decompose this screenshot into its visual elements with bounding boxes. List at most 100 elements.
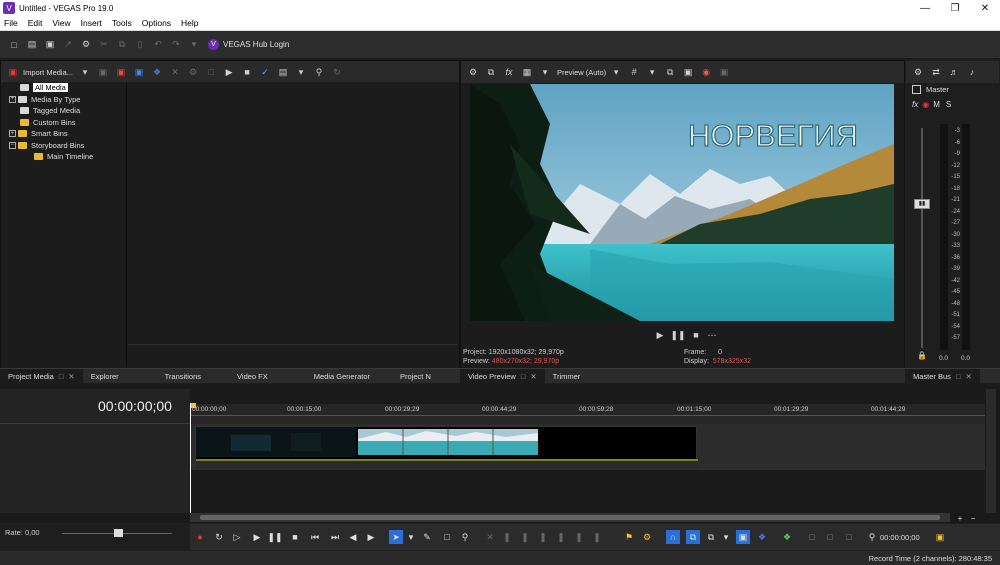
tab-trimmer[interactable]: Trimmer (545, 369, 589, 384)
mixer-downmix-icon[interactable]: ⇄ (928, 64, 944, 80)
go-to-start-icon[interactable]: ⏮ (308, 530, 322, 544)
menu-options[interactable]: Options (142, 18, 171, 28)
normal-edit-tool-icon[interactable]: ➤ (389, 530, 403, 544)
collapse-icon[interactable]: − (9, 141, 16, 149)
overlays-grid-icon[interactable]: # (626, 64, 642, 80)
tree-item-all-media[interactable]: All Media (2, 82, 125, 94)
timeline-ruler[interactable]: 00:00:00;00 00:00:15;00 00:00:29;29 00:0… (190, 404, 985, 424)
refresh-icon[interactable]: ↻ (329, 64, 345, 80)
lock-icon[interactable]: ❚ (554, 530, 568, 544)
tree-item-media-by-type[interactable]: + Media By Type (2, 94, 125, 106)
cut-icon[interactable]: ✂ (96, 37, 112, 53)
master-solo-button[interactable]: S (946, 100, 951, 109)
views-dropdown-icon[interactable]: ▾ (293, 64, 309, 80)
tab-project-media[interactable]: Project Media □ ✕ (0, 368, 83, 384)
tab-project-notes[interactable]: Project N (392, 369, 439, 384)
auto-preview-icon[interactable]: ✓ (257, 64, 273, 80)
dropdown-icon[interactable]: ▾ (186, 37, 202, 53)
expand-icon[interactable]: + (9, 95, 16, 103)
tab-video-preview[interactable]: Video Preview □ ✕ (460, 368, 545, 384)
quality-dropdown-icon[interactable]: ▾ (608, 64, 624, 80)
split-screen-icon[interactable]: ▦ (519, 64, 535, 80)
mixer-dim-icon[interactable]: ♪ (964, 64, 980, 80)
master-fader-handle[interactable]: ▮▮ (914, 199, 930, 209)
zoom-in-icon[interactable]: + (955, 513, 965, 523)
snap-icon[interactable]: ❚ (590, 530, 604, 544)
preview-extra-icon[interactable]: ▣ (716, 64, 732, 80)
timeline-options-icon[interactable]: ▣ (933, 530, 947, 544)
video-preview-frame[interactable]: НОРВЕГИЯ (470, 84, 894, 321)
auto-crossfade-icon[interactable]: ⧉ (686, 530, 700, 544)
render-icon[interactable]: ↗ (60, 37, 76, 53)
properties-icon[interactable]: ⚙ (185, 64, 201, 80)
properties-gear-icon[interactable]: ⚙ (78, 37, 94, 53)
rate-slider-handle[interactable] (114, 529, 123, 537)
menu-edit[interactable]: Edit (28, 18, 43, 28)
loop-playback-icon[interactable]: ↻ (212, 530, 226, 544)
tree-splitter[interactable] (126, 82, 127, 367)
video-fx-icon[interactable]: fx (501, 64, 517, 80)
preview-properties-icon[interactable]: ⚙ (465, 64, 481, 80)
trim-start-icon[interactable]: ✕ (483, 530, 497, 544)
media-tags-icon[interactable]: ❖ (149, 64, 165, 80)
preview-pause-icon[interactable]: ❚❚ (670, 327, 686, 343)
tab-close-icon[interactable]: ✕ (965, 372, 971, 381)
enable-snapping-icon[interactable]: ∩ (666, 530, 680, 544)
save-snapshot-icon[interactable]: ▣ (680, 64, 696, 80)
vertical-scrollbar[interactable] (986, 389, 996, 513)
zoom-tool-icon[interactable]: ⚲ (458, 530, 472, 544)
copy-snapshot-icon[interactable]: ⧉ (662, 64, 678, 80)
stop-media-icon[interactable]: ■ (239, 64, 255, 80)
mixer-properties-icon[interactable]: ⚙ (910, 64, 926, 80)
menu-help[interactable]: Help (181, 18, 198, 28)
tree-item-custom-bins[interactable]: Custom Bins (2, 117, 125, 129)
trim-end-icon[interactable]: ❚ (518, 530, 532, 544)
import-dropdown-icon[interactable]: ▾ (77, 64, 93, 80)
preview-device-icon[interactable]: ⧉ (483, 64, 499, 80)
playhead-cursor[interactable] (190, 404, 191, 514)
play-from-start-icon[interactable]: ▷ (230, 530, 244, 544)
menu-insert[interactable]: Insert (81, 18, 102, 28)
scrollbar-thumb[interactable] (200, 515, 940, 520)
tab-explorer[interactable]: Explorer (83, 369, 127, 384)
pause-icon[interactable]: ❚❚ (267, 530, 282, 544)
edit-tool-dropdown-icon[interactable]: ▾ (404, 530, 418, 544)
ripple-dropdown-icon[interactable]: ▾ (719, 530, 733, 544)
capture-icon[interactable]: ▣ (95, 64, 111, 80)
import-media-button[interactable]: Import Media... (23, 68, 73, 77)
color-grading-icon[interactable]: ❖ (780, 530, 794, 544)
insert-marker-icon[interactable]: ⚑ (622, 530, 636, 544)
render-region-icon[interactable]: □ (805, 530, 819, 544)
media-fx-icon[interactable]: ▣ (131, 64, 147, 80)
menu-tools[interactable]: Tools (112, 18, 132, 28)
undo-icon[interactable]: ↶ (150, 37, 166, 53)
expand-icon[interactable]: + (9, 130, 16, 138)
copy-icon[interactable]: ⧉ (114, 37, 130, 53)
tab-master-bus[interactable]: Master Bus □ ✕ (905, 368, 980, 384)
vegas-v-icon[interactable]: ◉ (698, 64, 714, 80)
lock-envelopes-icon[interactable]: ▣ (736, 530, 750, 544)
tab-close-icon[interactable]: ✕ (68, 372, 74, 381)
vegas-hub-login[interactable]: V VEGAS Hub Login (208, 39, 289, 50)
tree-item-tagged-media[interactable]: Tagged Media (2, 105, 125, 117)
overlays-dropdown-icon[interactable]: ▾ (644, 64, 660, 80)
menu-view[interactable]: View (52, 18, 70, 28)
menu-file[interactable]: File (4, 18, 18, 28)
split-icon[interactable]: ❚ (536, 530, 550, 544)
play-media-icon[interactable]: ▶ (221, 64, 237, 80)
tab-video-fx[interactable]: Video FX (229, 369, 276, 384)
ignore-grouping-icon[interactable]: ❖ (755, 530, 769, 544)
tree-item-storyboard-bins[interactable]: − Storyboard Bins (2, 140, 125, 152)
play-icon[interactable]: ▶ (250, 530, 264, 544)
tab-pin-icon[interactable]: □ (521, 372, 526, 381)
record-icon[interactable]: ● (193, 530, 207, 544)
media-list-area[interactable] (128, 82, 458, 345)
auto-ripple-icon[interactable]: ⧉ (704, 530, 718, 544)
mixer-speaker-icon[interactable]: ♬ (946, 64, 962, 80)
export-icon[interactable]: □ (823, 530, 837, 544)
new-file-icon[interactable]: □ (6, 37, 22, 53)
minimize-button[interactable]: — (910, 0, 940, 16)
go-to-end-icon[interactable]: ⏭ (328, 530, 342, 544)
master-mute-button[interactable]: M (933, 100, 940, 109)
share-icon[interactable]: □ (842, 530, 856, 544)
